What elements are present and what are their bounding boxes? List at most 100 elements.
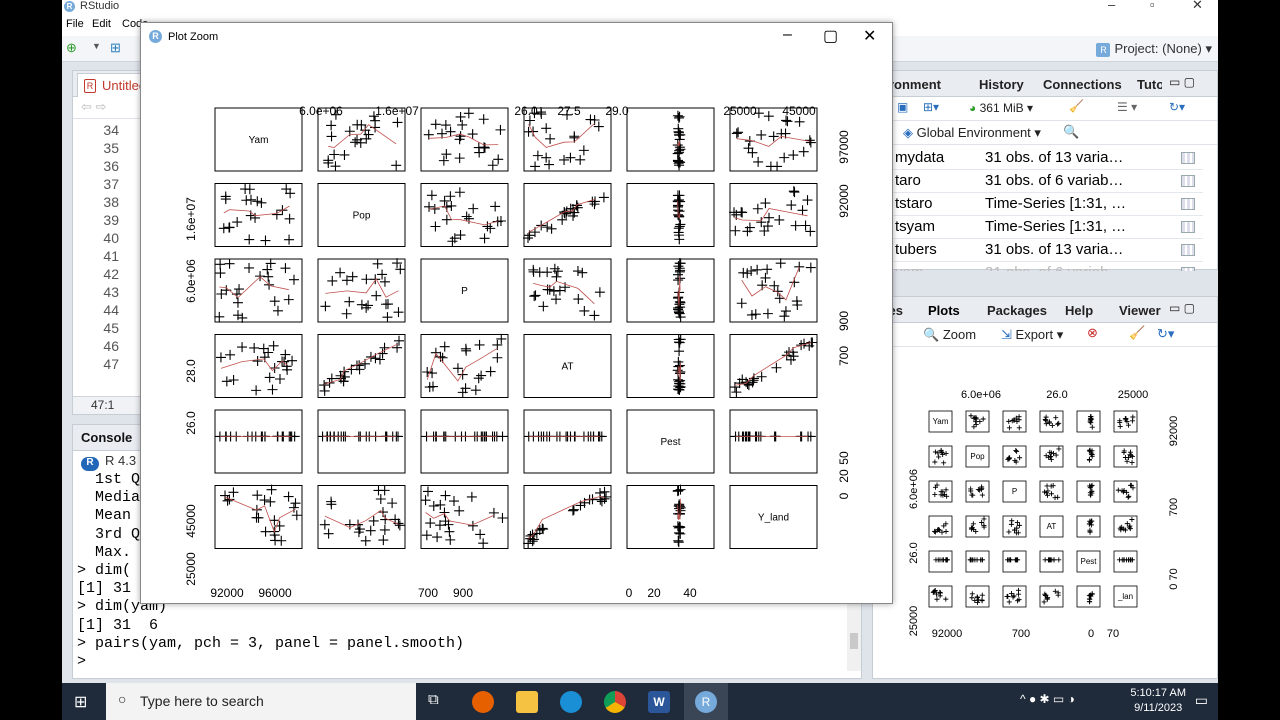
minimize-pane-icon[interactable]: ▭ ▢ [1169,75,1195,89]
scroll-thumb[interactable] [850,633,858,649]
memory-usage[interactable]: ◕ 361 MiB ▾ [969,101,1033,115]
minimize-pane-icon[interactable]: ▭ ▢ [1169,301,1195,315]
menu-file[interactable]: File [66,18,84,30]
rstudio-taskbar-button[interactable]: R [684,683,728,720]
axis-tick-label: 45000 [184,504,198,538]
notification-icon[interactable]: ▭ [1195,692,1208,709]
minimize-icon[interactable]: – [783,26,792,44]
data-point [361,274,372,285]
save-icon[interactable]: ▣ [897,100,908,114]
tab-plots[interactable]: Plots [928,303,960,318]
data-point [319,385,330,396]
data-point [234,284,245,295]
taskbar-search[interactable]: ○ Type here to search [106,683,416,720]
env-row[interactable]: tubers 31 obs. of 13 varia… [873,239,1203,262]
data-point [672,190,683,201]
tab-connections[interactable]: Connections [1043,77,1122,92]
variable-label: Pest [1080,557,1097,566]
data-point [752,203,763,214]
broom-icon[interactable]: 🧹 [1069,99,1084,113]
line-number: 35 [103,140,119,156]
data-point [538,301,549,312]
system-tray-icons[interactable]: ^ ● ✱ ▭ ◑ [1020,692,1075,706]
grid-view-icon[interactable] [1181,152,1195,164]
chrome-icon[interactable] [604,691,626,713]
data-point [241,195,252,206]
data-point [441,214,452,225]
data-point [495,124,506,135]
zoom-button[interactable]: 🔍 Zoom [923,327,976,343]
data-point [675,528,686,539]
maximize-icon[interactable]: ▫ [1150,0,1155,12]
word-icon[interactable]: W [648,691,670,713]
list-view-icon[interactable]: ☰ ▾ [1117,100,1137,114]
env-row[interactable]: taro 31 obs. of 6 variab… [873,170,1203,193]
data-point [274,374,285,385]
data-point [731,128,742,139]
data-point [256,197,267,208]
chevron-down-icon[interactable]: ▼ [92,41,101,51]
tab-tutorial[interactable]: Tutorial [1137,77,1162,92]
data-point [800,220,811,231]
task-view-icon[interactable]: ⧉ [428,691,439,708]
data-point [674,346,685,357]
grid-view-icon[interactable] [1181,221,1195,233]
data-point [319,519,330,530]
data-point [222,495,233,506]
data-point [805,262,816,273]
line-number: 44 [103,302,119,318]
grid-view-icon[interactable] [1181,175,1195,187]
import-dataset-icon[interactable]: ⊞▾ [923,100,939,114]
firefox-icon[interactable] [472,691,494,713]
close-icon[interactable]: ✕ [863,26,876,46]
windows-start-icon[interactable]: ⊞ [74,692,87,712]
data-point [1129,516,1135,522]
data-point [379,524,390,535]
data-point [736,207,747,218]
maximize-icon[interactable]: ▢ [823,26,838,46]
grid-view-icon[interactable] [1181,198,1195,210]
env-row[interactable]: yam 31 obs. of 6 variab… [873,262,1203,271]
env-row[interactable]: tstaro Time-Series [1:31, … [873,193,1203,216]
env-row[interactable]: tsyam Time-Series [1:31, … [873,216,1203,239]
data-point [805,226,816,237]
remove-plot-icon[interactable]: ⊗ [1087,325,1098,341]
search-icon: ○ [118,691,127,707]
tab-viewer[interactable]: Viewer [1119,303,1161,318]
export-button[interactable]: ⇲ Export ▾ [1001,327,1063,343]
data-point [794,261,805,272]
grid-view-icon[interactable] [1181,267,1195,271]
env-icon: ◈ [903,125,913,140]
clock[interactable]: 5:10:17 AM 9/11/2023 [1130,686,1186,716]
plot-toolbar: ⇨ 🔍 Zoom ⇲ Export ▾ ⊗ 🧹 ↻▾ [873,323,1217,347]
data-point [1049,422,1055,428]
minimize-icon[interactable]: – [1108,0,1115,12]
env-row[interactable]: mydata 31 obs. of 13 varia… [873,147,1203,170]
new-project-icon[interactable]: ⊞ [110,40,121,56]
file-explorer-icon[interactable] [516,691,538,713]
new-file-icon[interactable]: ⊕ [66,40,77,56]
scope-select[interactable]: ◈ Global Environment ▾ [903,125,1041,141]
axis-tick-label: 50 [837,451,851,465]
project-menu[interactable]: R Project: (None) ▾ [1096,41,1212,57]
refresh-icon[interactable]: ↻▾ [1157,326,1174,342]
menu-edit[interactable]: Edit [92,18,111,30]
close-icon[interactable]: ✕ [1192,0,1203,13]
search-icon[interactable]: 🔍 [1063,124,1079,140]
tab-history[interactable]: History [979,77,1024,92]
panel-frame [214,409,303,474]
tab-help[interactable]: Help [1065,303,1093,318]
broom-icon[interactable]: 🧹 [1129,325,1145,341]
back-arrow-icon[interactable]: ⇦ [81,99,92,114]
refresh-icon[interactable]: ↻▾ [1169,100,1185,114]
edge-icon[interactable] [560,691,582,713]
variable-label: Pest [660,437,680,448]
forward-arrow-icon[interactable]: ⇨ [96,99,107,114]
data-point [215,259,226,270]
smooth-line [224,496,296,534]
axis-tick-label: 20 [647,586,661,600]
tab-packages[interactable]: Packages [987,303,1047,318]
grid-view-icon[interactable] [1181,244,1195,256]
env-var-name: taro [895,172,921,189]
data-point [365,525,376,536]
